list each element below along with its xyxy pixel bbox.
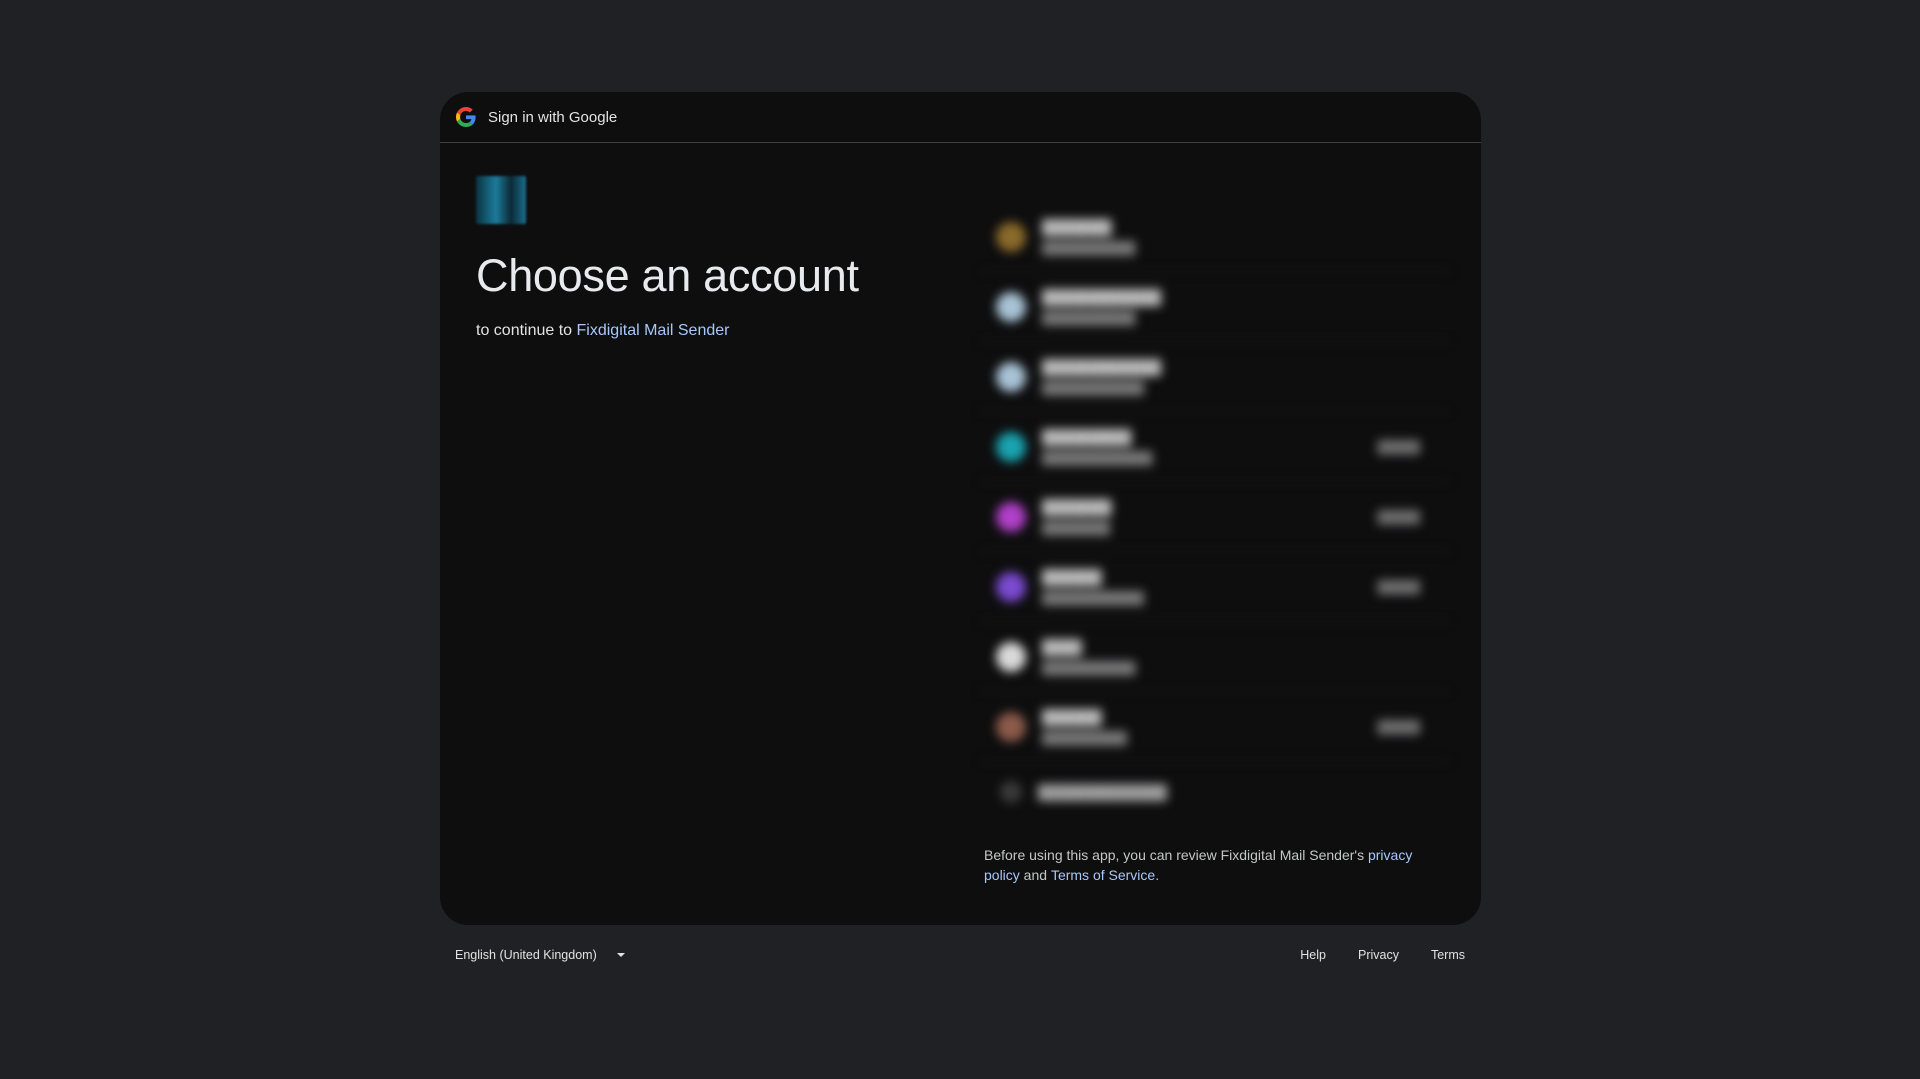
account-item[interactable]: ████ ███████████ [980,622,1450,692]
footer-links: Help Privacy Terms [1300,948,1465,962]
account-item[interactable]: ████████████ ███████████ [980,272,1450,342]
account-item[interactable]: ██████ ████████████ █████ [980,552,1450,622]
account-item[interactable]: ███████ ████████ █████ [980,482,1450,552]
avatar [996,431,1026,462]
account-email-blurred: ███████████ [1042,310,1136,325]
privacy-disclaimer: Before using this app, you can review Fi… [984,845,1444,885]
account-email-blurred: ████████ [1042,520,1111,535]
use-another-account-label-blurred: █████████████ [1038,784,1167,800]
sign-in-card: Sign in with Google Choose an account to… [440,92,1481,925]
app-name-link[interactable]: Fixdigital Mail Sender [577,322,730,339]
card-header: Sign in with Google [440,92,1481,143]
account-email-blurred: █████████████ [1042,450,1153,465]
app-logo [476,176,526,224]
page-title: Choose an account [476,250,859,301]
header-title: Sign in with Google [488,108,618,126]
account-status-blurred: █████ [1377,439,1420,454]
account-name-blurred: ██████ [1042,568,1102,585]
person-add-icon [1000,781,1022,803]
use-another-account-item[interactable]: █████████████ [980,762,1450,822]
help-link[interactable]: Help [1300,948,1326,962]
disclaimer-suffix: . [1155,867,1160,883]
language-selector[interactable]: English (United Kingdom) [455,948,625,962]
avatar [996,361,1026,392]
avatar [996,291,1026,322]
account-status-blurred: █████ [1377,579,1420,594]
account-email-blurred: ██████████ [1042,730,1128,745]
disclaimer-middle: and [1019,867,1051,883]
account-name-blurred: ████████████ [1042,358,1162,375]
account-name-blurred: ███████ [1042,218,1112,235]
account-email-blurred: ███████████ [1042,240,1136,255]
account-email-blurred: ████████████ [1042,380,1145,395]
avatar [996,221,1026,252]
language-label: English (United Kingdom) [455,948,597,962]
avatar [996,501,1026,532]
account-status-blurred: █████ [1377,719,1420,734]
terms-of-service-link[interactable]: Terms of Service [1051,867,1155,883]
account-item[interactable]: ███████ ███████████ [980,202,1450,272]
avatar [996,641,1026,672]
account-email-blurred: ███████████ [1042,660,1136,675]
account-item[interactable]: █████████ █████████████ █████ [980,412,1450,482]
account-item[interactable]: ████████████ ████████████ [980,342,1450,412]
continue-prefix: to continue to [476,322,577,339]
chevron-down-icon [616,953,625,957]
account-list: ███████ ███████████ ████████████ █████████… [980,202,1450,822]
avatar [996,711,1026,742]
account-name-blurred: ████ [1042,638,1082,655]
account-name-blurred: ████████████ [1042,288,1162,305]
disclaimer-prefix: Before using this app, you can review Fi… [984,847,1368,863]
google-g-icon [456,107,476,127]
avatar [996,571,1026,602]
account-status-blurred: █████ [1377,509,1420,524]
account-name-blurred: ██████ [1042,708,1102,725]
account-name-blurred: █████████ [1042,428,1132,445]
continue-text: to continue to Fixdigital Mail Sender [476,322,996,340]
terms-link[interactable]: Terms [1431,948,1465,962]
account-email-blurred: ████████████ [1042,590,1145,605]
account-name-blurred: ███████ [1042,498,1112,515]
left-column: Choose an account to continue to Fixdigi… [476,176,996,340]
account-item[interactable]: ██████ ██████████ █████ [980,692,1450,762]
page-footer: English (United Kingdom) Help Privacy Te… [440,944,1481,970]
privacy-link[interactable]: Privacy [1358,948,1399,962]
